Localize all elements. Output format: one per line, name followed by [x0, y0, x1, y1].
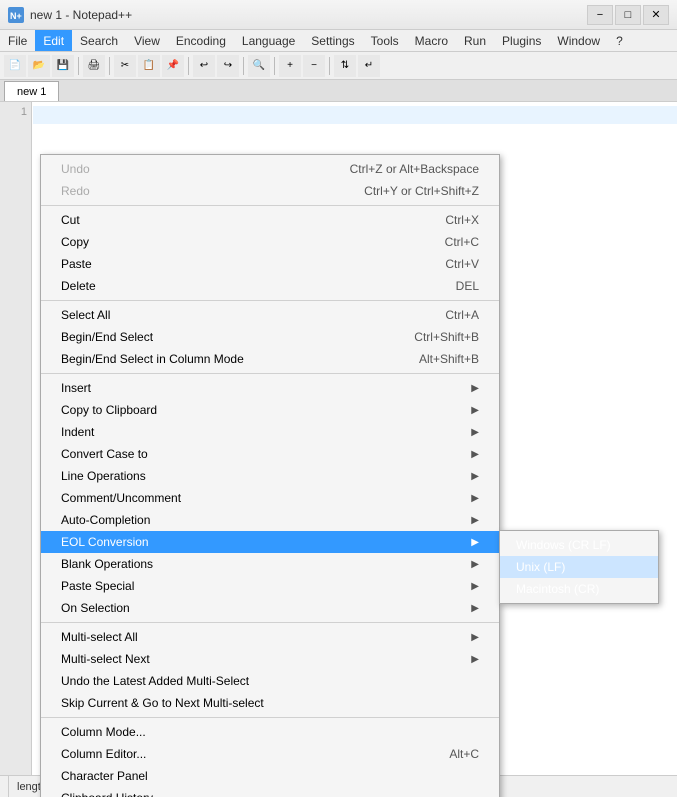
editor-area: 1 Undo Ctrl+Z or Alt+Backspace Redo Ctrl…	[0, 102, 677, 797]
menu-language[interactable]: Language	[234, 30, 303, 51]
find-button[interactable]: 🔍	[248, 55, 270, 77]
toolbar-sep-4	[243, 57, 244, 75]
toolbar-sep-3	[188, 57, 189, 75]
menu-section-undoredo: Undo Ctrl+Z or Alt+Backspace Redo Ctrl+Y…	[41, 155, 499, 206]
menu-settings[interactable]: Settings	[303, 30, 362, 51]
menu-search[interactable]: Search	[72, 30, 126, 51]
app-window: N+ new 1 - Notepad++ − □ ✕ File Edit Sea…	[0, 0, 677, 797]
menu-undo-multiselect[interactable]: Undo the Latest Added Multi-Select	[41, 670, 499, 692]
menu-help[interactable]: ?	[608, 30, 631, 51]
menu-section-clipboard: Cut Ctrl+X Copy Ctrl+C Paste Ctrl+V Dele…	[41, 206, 499, 301]
menu-section-submenus: Insert ▶ Copy to Clipboard ▶ Indent ▶ Co…	[41, 374, 499, 623]
tab-new1[interactable]: new 1	[4, 81, 59, 101]
menu-copy[interactable]: Copy Ctrl+C	[41, 231, 499, 253]
new-button[interactable]: 📄	[4, 55, 26, 77]
menu-multiselect-all[interactable]: Multi-select All ▶	[41, 626, 499, 648]
toolbar-sep-1	[78, 57, 79, 75]
menu-delete[interactable]: Delete DEL	[41, 275, 499, 297]
toolbar-sep-6	[329, 57, 330, 75]
menu-eol-conversion[interactable]: EOL Conversion ▶ Windows (CR LF) Unix (L…	[41, 531, 499, 553]
title-bar: N+ new 1 - Notepad++ − □ ✕	[0, 0, 677, 30]
cursor-line-highlight	[33, 106, 677, 124]
toolbar-sep-5	[274, 57, 275, 75]
menu-on-selection[interactable]: On Selection ▶	[41, 597, 499, 619]
menu-indent[interactable]: Indent ▶	[41, 421, 499, 443]
zoom-in-button[interactable]: +	[279, 55, 301, 77]
menu-paste-special[interactable]: Paste Special ▶	[41, 575, 499, 597]
maximize-button[interactable]: □	[615, 5, 641, 25]
menu-undo[interactable]: Undo Ctrl+Z or Alt+Backspace	[41, 158, 499, 180]
cut-button[interactable]: ✂	[114, 55, 136, 77]
menu-paste[interactable]: Paste Ctrl+V	[41, 253, 499, 275]
menu-character-panel[interactable]: Character Panel	[41, 765, 499, 787]
menu-begin-end-select[interactable]: Begin/End Select Ctrl+Shift+B	[41, 326, 499, 348]
menu-convert-case[interactable]: Convert Case to ▶	[41, 443, 499, 465]
menu-encoding[interactable]: Encoding	[168, 30, 234, 51]
menu-edit[interactable]: Edit	[35, 30, 72, 51]
print-button[interactable]: 🖨	[83, 55, 105, 77]
toolbar: 📄 📂 💾 🖨 ✂ 📋 📌 ↩ ↪ 🔍 + − ⇅ ↵	[0, 52, 677, 80]
save-button[interactable]: 💾	[52, 55, 74, 77]
close-button[interactable]: ✕	[643, 5, 669, 25]
menu-file[interactable]: File	[0, 30, 35, 51]
menu-insert[interactable]: Insert ▶	[41, 377, 499, 399]
menu-multiselect-next[interactable]: Multi-select Next ▶	[41, 648, 499, 670]
menu-cut[interactable]: Cut Ctrl+X	[41, 209, 499, 231]
menu-run[interactable]: Run	[456, 30, 494, 51]
menu-section-multiselect: Multi-select All ▶ Multi-select Next ▶ U…	[41, 623, 499, 718]
paste-button[interactable]: 📌	[162, 55, 184, 77]
menu-clipboard-history[interactable]: Clipboard History	[41, 787, 499, 797]
undo-button[interactable]: ↩	[193, 55, 215, 77]
redo-button[interactable]: ↪	[217, 55, 239, 77]
menu-redo[interactable]: Redo Ctrl+Y or Ctrl+Shift+Z	[41, 180, 499, 202]
window-title: new 1 - Notepad++	[30, 8, 587, 22]
menu-select-all[interactable]: Select All Ctrl+A	[41, 304, 499, 326]
app-icon: N+	[8, 7, 24, 23]
copy-button[interactable]: 📋	[138, 55, 160, 77]
menu-macintosh-cr[interactable]: Macintosh (CR)	[500, 578, 658, 600]
tab-bar: new 1	[0, 80, 677, 102]
menu-plugins[interactable]: Plugins	[494, 30, 549, 51]
sync-scroll-button[interactable]: ⇅	[334, 55, 356, 77]
eol-submenu: Windows (CR LF) Unix (LF) Macintosh (CR)	[499, 530, 659, 604]
menu-line-operations[interactable]: Line Operations ▶	[41, 465, 499, 487]
open-button[interactable]: 📂	[28, 55, 50, 77]
toolbar-sep-2	[109, 57, 110, 75]
menu-view[interactable]: View	[126, 30, 168, 51]
menu-macro[interactable]: Macro	[407, 30, 456, 51]
menu-skip-multiselect[interactable]: Skip Current & Go to Next Multi-select	[41, 692, 499, 714]
zoom-out-button[interactable]: −	[303, 55, 325, 77]
minimize-button[interactable]: −	[587, 5, 613, 25]
edit-dropdown-menu: Undo Ctrl+Z or Alt+Backspace Redo Ctrl+Y…	[40, 154, 500, 797]
menu-blank-operations[interactable]: Blank Operations ▶	[41, 553, 499, 575]
wrap-button[interactable]: ↵	[358, 55, 380, 77]
svg-text:N+: N+	[10, 11, 22, 21]
menu-windows-crlf[interactable]: Windows (CR LF)	[500, 534, 658, 556]
menu-column-mode[interactable]: Column Mode...	[41, 721, 499, 743]
menu-section-column: Column Mode... Column Editor... Alt+C Ch…	[41, 718, 499, 797]
line-numbers: 1	[0, 102, 32, 797]
menu-column-editor[interactable]: Column Editor... Alt+C	[41, 743, 499, 765]
window-controls: − □ ✕	[587, 5, 669, 25]
menu-auto-completion[interactable]: Auto-Completion ▶	[41, 509, 499, 531]
menu-window[interactable]: Window	[549, 30, 608, 51]
menu-tools[interactable]: Tools	[363, 30, 407, 51]
menu-comment-uncomment[interactable]: Comment/Uncomment ▶	[41, 487, 499, 509]
menu-section-select: Select All Ctrl+A Begin/End Select Ctrl+…	[41, 301, 499, 374]
menu-bar: File Edit Search View Encoding Language …	[0, 30, 677, 52]
menu-copy-to-clipboard[interactable]: Copy to Clipboard ▶	[41, 399, 499, 421]
menu-begin-end-select-column[interactable]: Begin/End Select in Column Mode Alt+Shif…	[41, 348, 499, 370]
menu-unix-lf[interactable]: Unix (LF)	[500, 556, 658, 578]
